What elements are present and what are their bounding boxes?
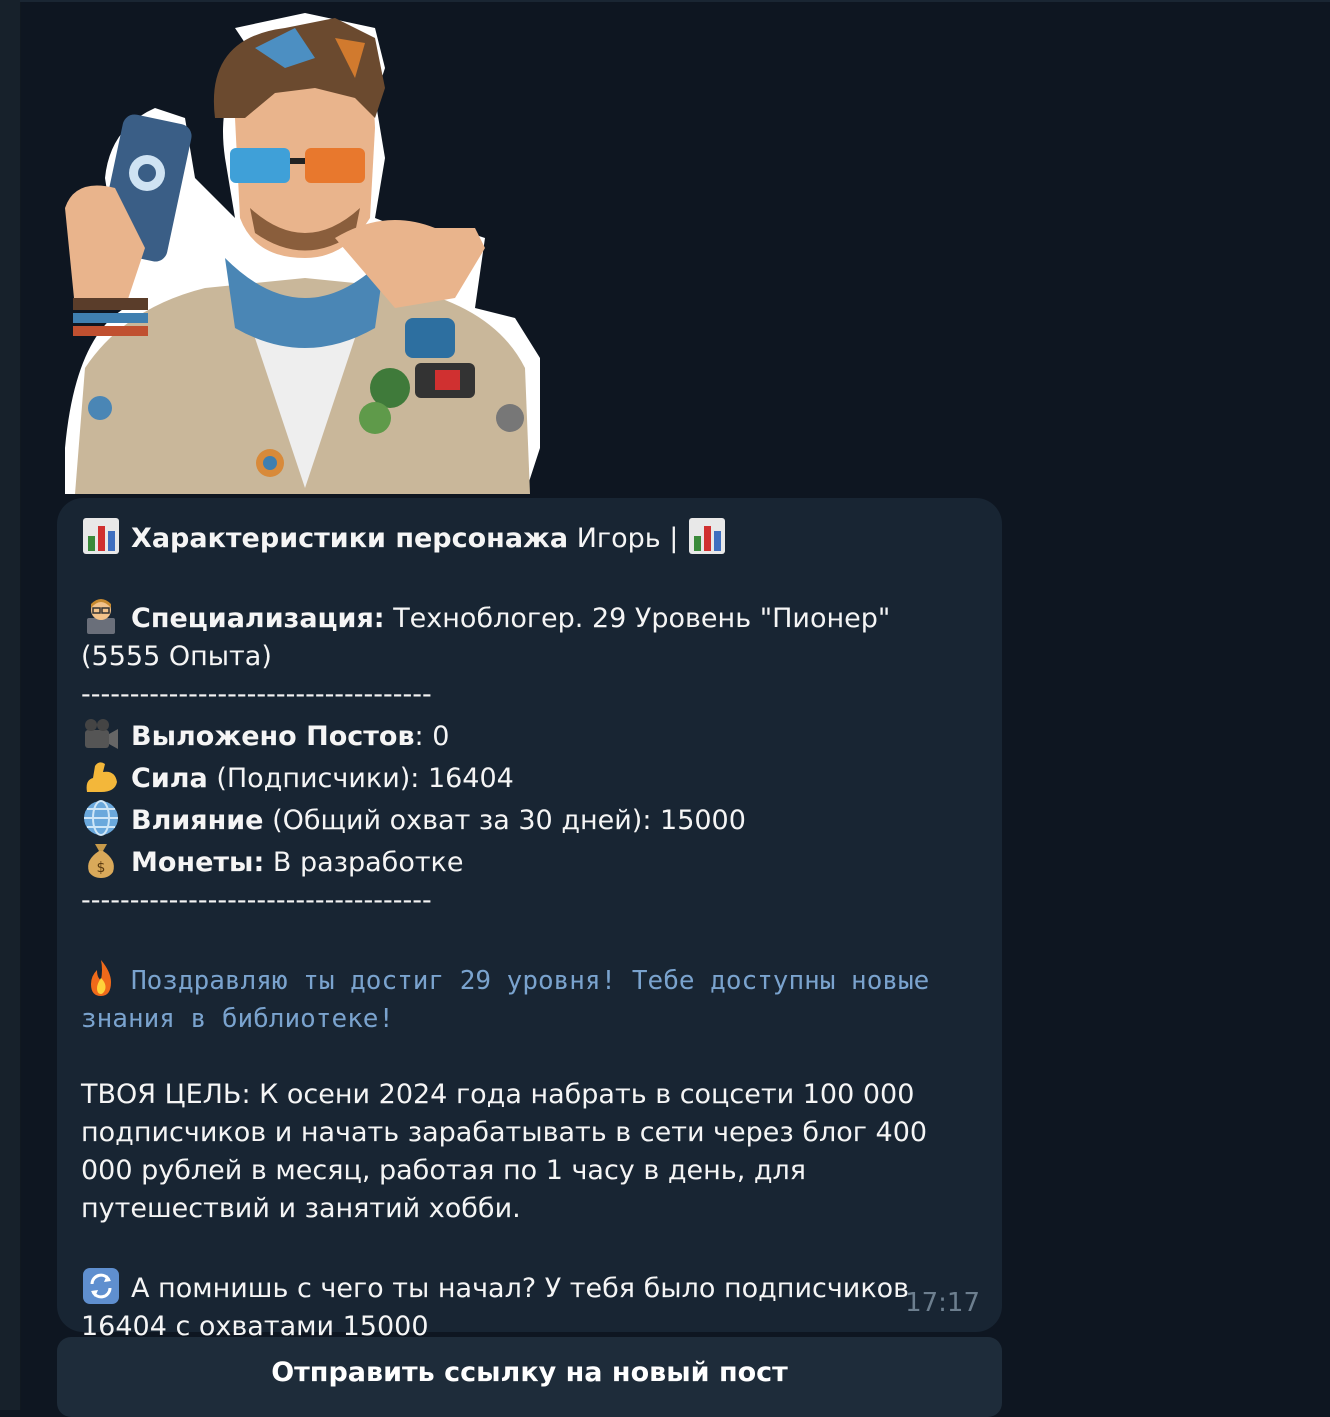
- stat-coins-value: В разработке: [264, 847, 464, 878]
- stat-strength-label: Сила: [131, 763, 208, 794]
- bar-chart-icon: [83, 518, 119, 554]
- stat-influence-label: Влияние: [131, 805, 264, 836]
- arrows-cycle-icon: [83, 1268, 119, 1304]
- stat-coins-label: Монеты:: [131, 847, 265, 878]
- header-title-rest: Игорь |: [568, 523, 687, 554]
- character-sticker[interactable]: [55, 8, 545, 494]
- goal-text: ТВОЯ ЦЕЛЬ: К осени 2024 года набрать в с…: [81, 1079, 936, 1224]
- stat-influence-value: (Общий охват за 30 дней): 15000: [263, 805, 746, 836]
- stat-posts-value: : 0: [414, 721, 450, 752]
- reminder-line: А помнишь с чего ты начал? У тебя было п…: [81, 1266, 978, 1346]
- globe-icon: [84, 800, 118, 836]
- stat-posts-label: Выложено Постов: [131, 721, 415, 752]
- technologist-icon: [87, 599, 115, 634]
- separator-top: ------------------------------------: [81, 679, 432, 710]
- stat-strength: Сила (Подписчики): 16404: [81, 756, 978, 798]
- money-bag-icon: $: [88, 844, 114, 878]
- message-time: 17:17: [905, 1288, 980, 1318]
- movie-camera-icon: [85, 719, 118, 749]
- send-post-link-button[interactable]: Отправить ссылку на новый пост: [57, 1337, 1002, 1417]
- congrats-line: Поздравляю ты достиг 29 уровня! Тебе дос…: [81, 958, 978, 1038]
- chat-area: Характеристики персонажа Игорь | Специал…: [0, 0, 1330, 1417]
- reminder-text: А помнишь с чего ты начал? У тебя было п…: [81, 1273, 918, 1342]
- separator-bottom: ------------------------------------: [81, 885, 432, 916]
- message-header: Характеристики персонажа Игорь |: [81, 516, 978, 558]
- stat-influence: Влияние (Общий охват за 30 дней): 15000: [81, 798, 978, 840]
- flexed-biceps-icon: [86, 762, 117, 792]
- congrats-text: Поздравляю ты достиг 29 уровня! Тебе дос…: [81, 966, 945, 1034]
- stat-posts: Выложено Постов: 0: [81, 714, 978, 756]
- stat-strength-value: (Подписчики): 16404: [207, 763, 514, 794]
- stat-coins: $ Монеты: В разработке: [81, 840, 978, 882]
- bar-chart-icon: [688, 518, 725, 554]
- sidebar-edge: [0, 0, 21, 1410]
- top-divider: [20, 0, 1330, 2]
- message-bubble: Характеристики персонажа Игорь | Специал…: [57, 498, 1002, 1342]
- specialization-line: Специализация: Техноблогер. 29 Уровень "…: [81, 596, 978, 676]
- specialization-label: Специализация:: [131, 603, 385, 634]
- fire-icon: [91, 960, 111, 996]
- svg-text:$: $: [97, 860, 106, 876]
- header-title-bold: Характеристики персонажа: [131, 523, 569, 554]
